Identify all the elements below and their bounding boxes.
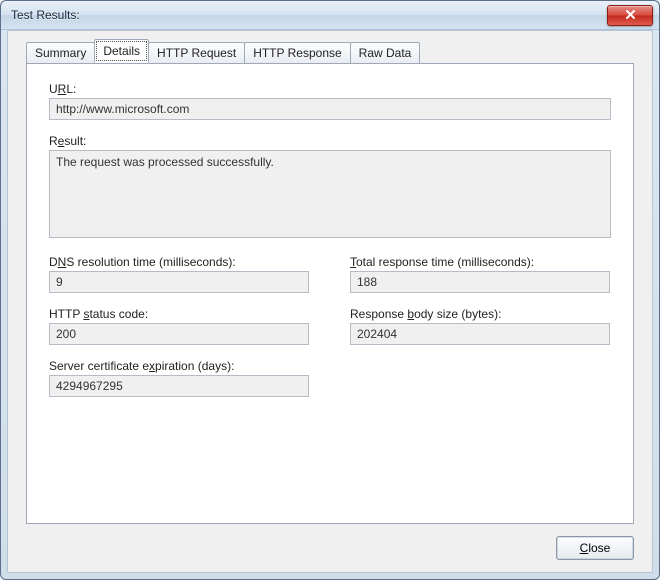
tab-label: HTTP Response (253, 46, 341, 60)
field-url: URL: (49, 82, 611, 120)
tab-http-request[interactable]: HTTP Request (148, 42, 245, 64)
tab-raw-data[interactable]: Raw Data (350, 42, 421, 64)
tab-strip: Summary Details HTTP Request HTTP Respon… (26, 41, 634, 63)
dialog-window: Test Results: Summary Details HTTP Reque… (0, 0, 660, 580)
tab-label: Details (103, 44, 140, 58)
dns-value[interactable] (49, 271, 309, 293)
window-title: Test Results: (11, 8, 607, 22)
tab-http-response[interactable]: HTTP Response (244, 42, 350, 64)
cert-exp-label: Server certificate expiration (days): (49, 359, 310, 373)
dialog-button-bar: Close (556, 536, 634, 560)
body-size-label: Response body size (bytes): (350, 307, 611, 321)
field-dns-time: DNS resolution time (milliseconds): (49, 255, 310, 293)
tab-label: Raw Data (359, 46, 412, 60)
result-label: Result: (49, 134, 611, 148)
field-total-response-time: Total response time (milliseconds): (350, 255, 611, 293)
total-response-label: Total response time (milliseconds): (350, 255, 611, 269)
tab-summary[interactable]: Summary (26, 42, 95, 64)
field-result: Result: (49, 134, 611, 241)
client-area: Summary Details HTTP Request HTTP Respon… (7, 30, 653, 573)
dns-label: DNS resolution time (milliseconds): (49, 255, 310, 269)
result-value[interactable] (49, 150, 611, 238)
field-status-code: HTTP status code: (49, 307, 310, 345)
tab-details[interactable]: Details (94, 39, 149, 63)
tab-label: HTTP Request (157, 46, 236, 60)
cert-exp-value[interactable] (49, 375, 309, 397)
url-value[interactable] (49, 98, 611, 120)
window-close-button[interactable] (607, 5, 653, 26)
tab-label: Summary (35, 46, 86, 60)
total-response-value[interactable] (350, 271, 610, 293)
status-code-label: HTTP status code: (49, 307, 310, 321)
field-body-size: Response body size (bytes): (350, 307, 611, 345)
status-code-value[interactable] (49, 323, 309, 345)
title-bar: Test Results: (1, 1, 659, 30)
close-icon (625, 10, 636, 20)
close-button[interactable]: Close (556, 536, 634, 560)
tab-panel-details: URL: Result: DNS resolution time (millis… (26, 63, 634, 524)
body-size-value[interactable] (350, 323, 610, 345)
field-cert-expiration: Server certificate expiration (days): (49, 359, 310, 397)
url-label: URL: (49, 82, 611, 96)
